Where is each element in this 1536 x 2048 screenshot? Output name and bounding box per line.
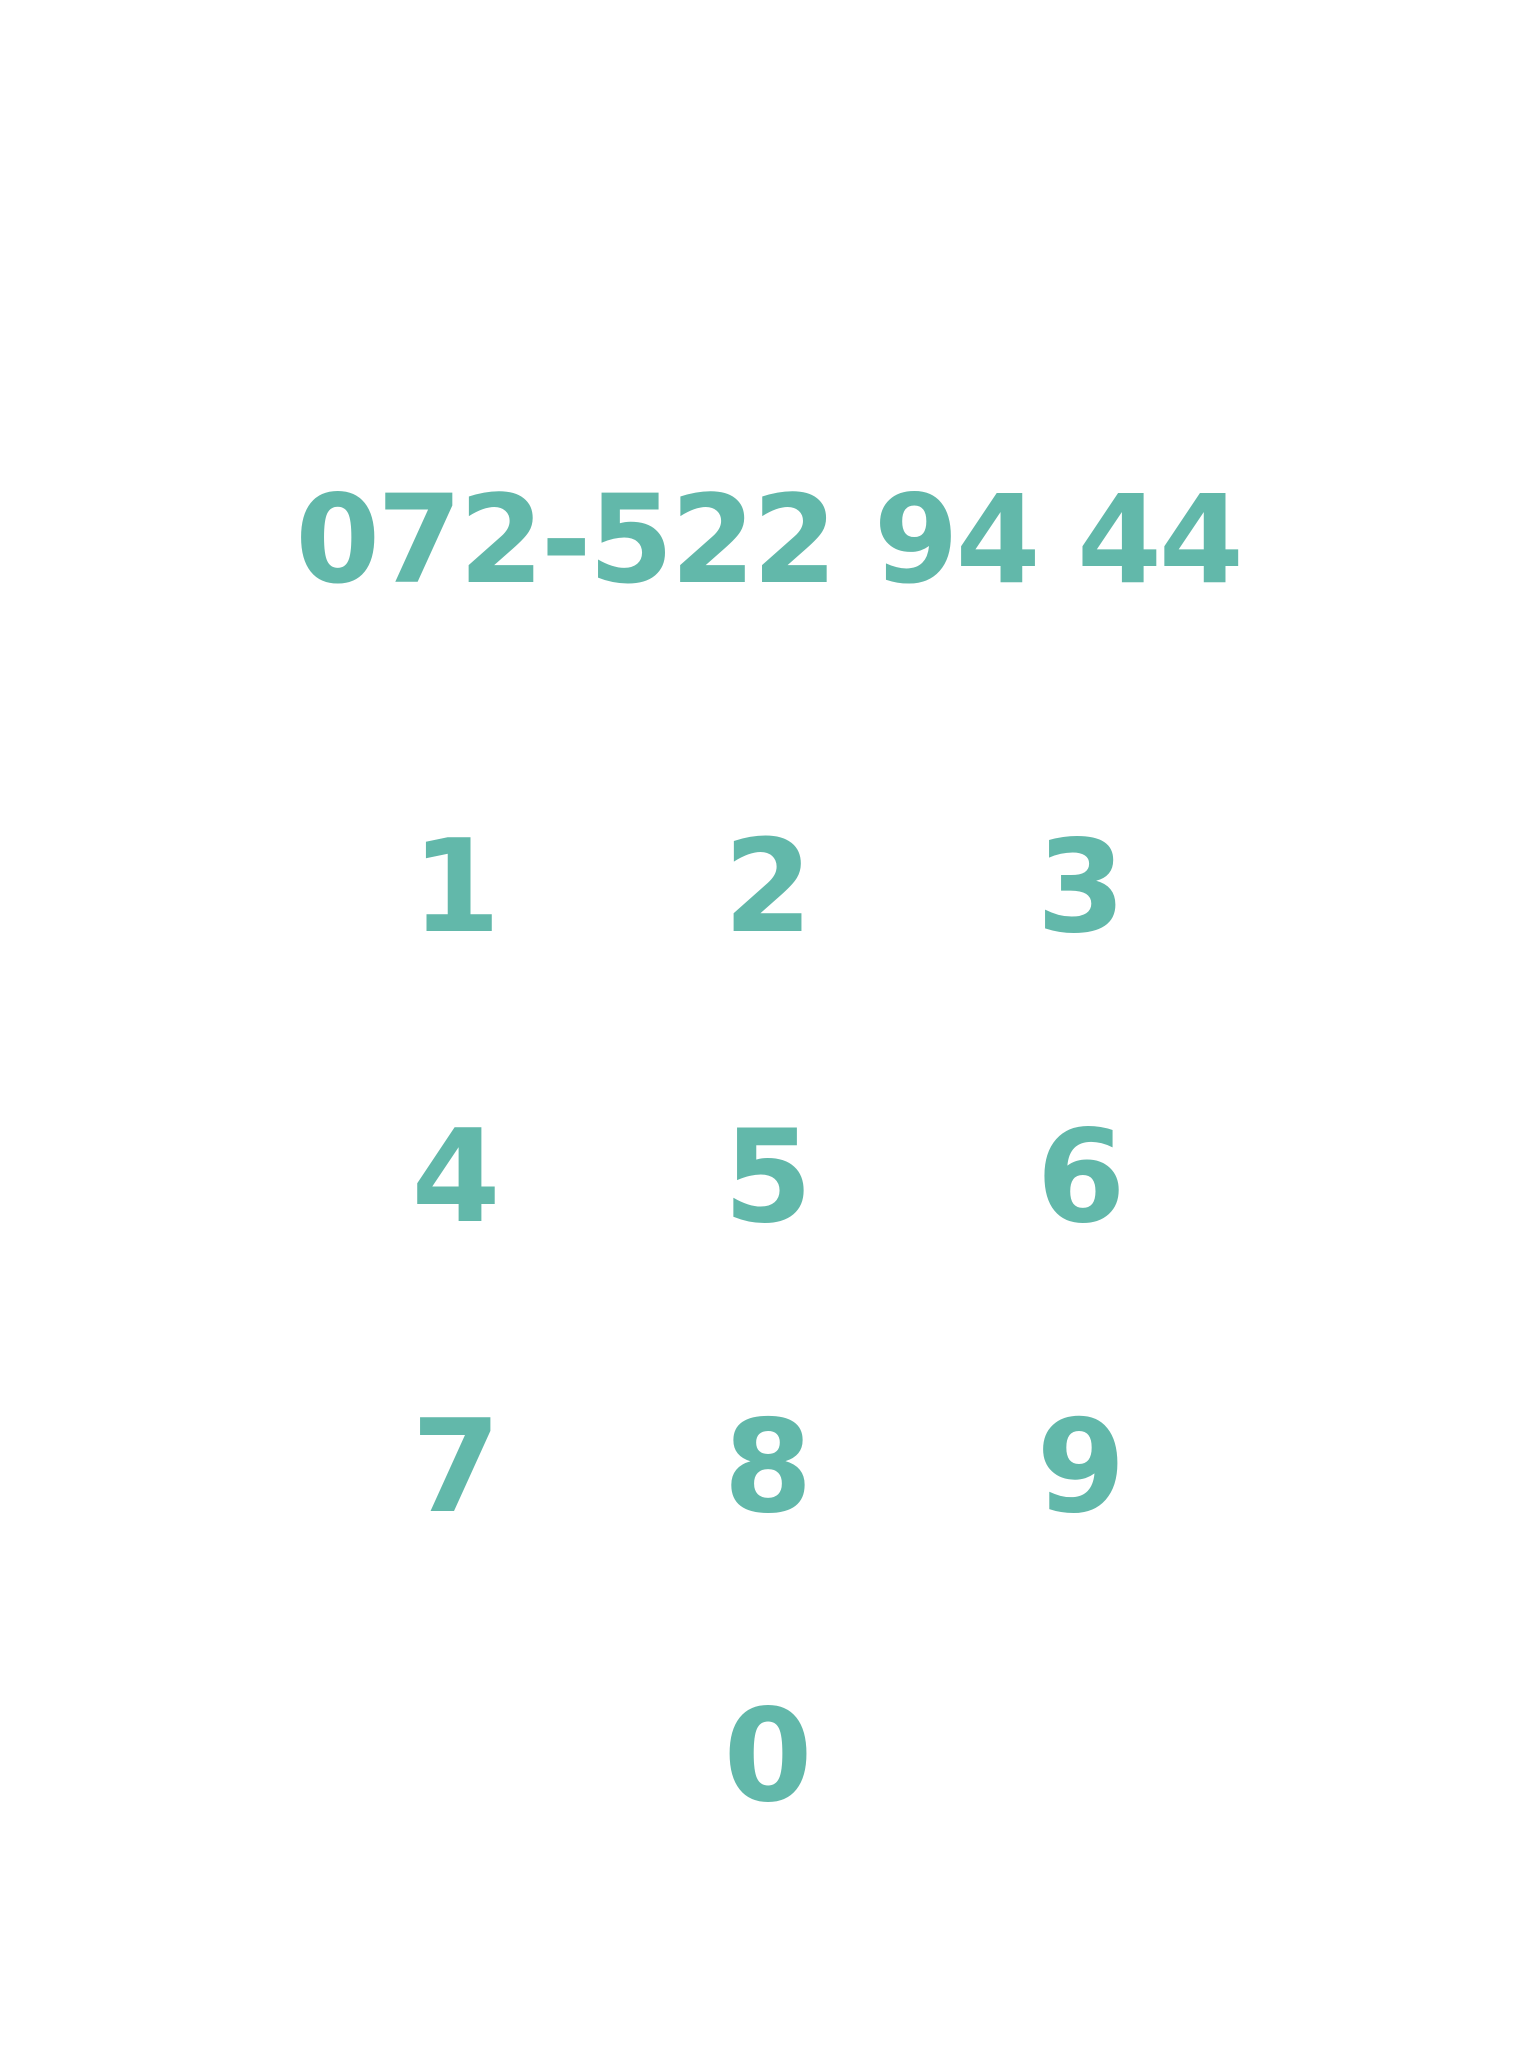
key-7-label: 7: [411, 1393, 501, 1542]
key-5[interactable]: 5: [648, 1088, 888, 1268]
key-2-label: 2: [723, 813, 813, 962]
key-8-label: 8: [723, 1393, 813, 1542]
key-8[interactable]: 8: [648, 1378, 888, 1558]
dial-keypad: 1 2 3 4 5 6 7 8 9 0: [0, 0, 1536, 2048]
key-5-label: 5: [723, 1103, 813, 1252]
key-1[interactable]: 1: [336, 798, 576, 978]
key-9-label: 9: [1036, 1393, 1126, 1542]
key-3-label: 3: [1036, 813, 1126, 962]
key-9[interactable]: 9: [961, 1378, 1201, 1558]
key-1-label: 1: [411, 813, 501, 962]
key-0-label: 0: [723, 1682, 813, 1831]
key-4[interactable]: 4: [336, 1088, 576, 1268]
key-3[interactable]: 3: [961, 798, 1201, 978]
key-4-label: 4: [411, 1103, 501, 1252]
key-6-label: 6: [1036, 1103, 1126, 1252]
key-7[interactable]: 7: [336, 1378, 576, 1558]
key-0[interactable]: 0: [648, 1667, 888, 1847]
key-6[interactable]: 6: [961, 1088, 1201, 1268]
key-2[interactable]: 2: [648, 798, 888, 978]
